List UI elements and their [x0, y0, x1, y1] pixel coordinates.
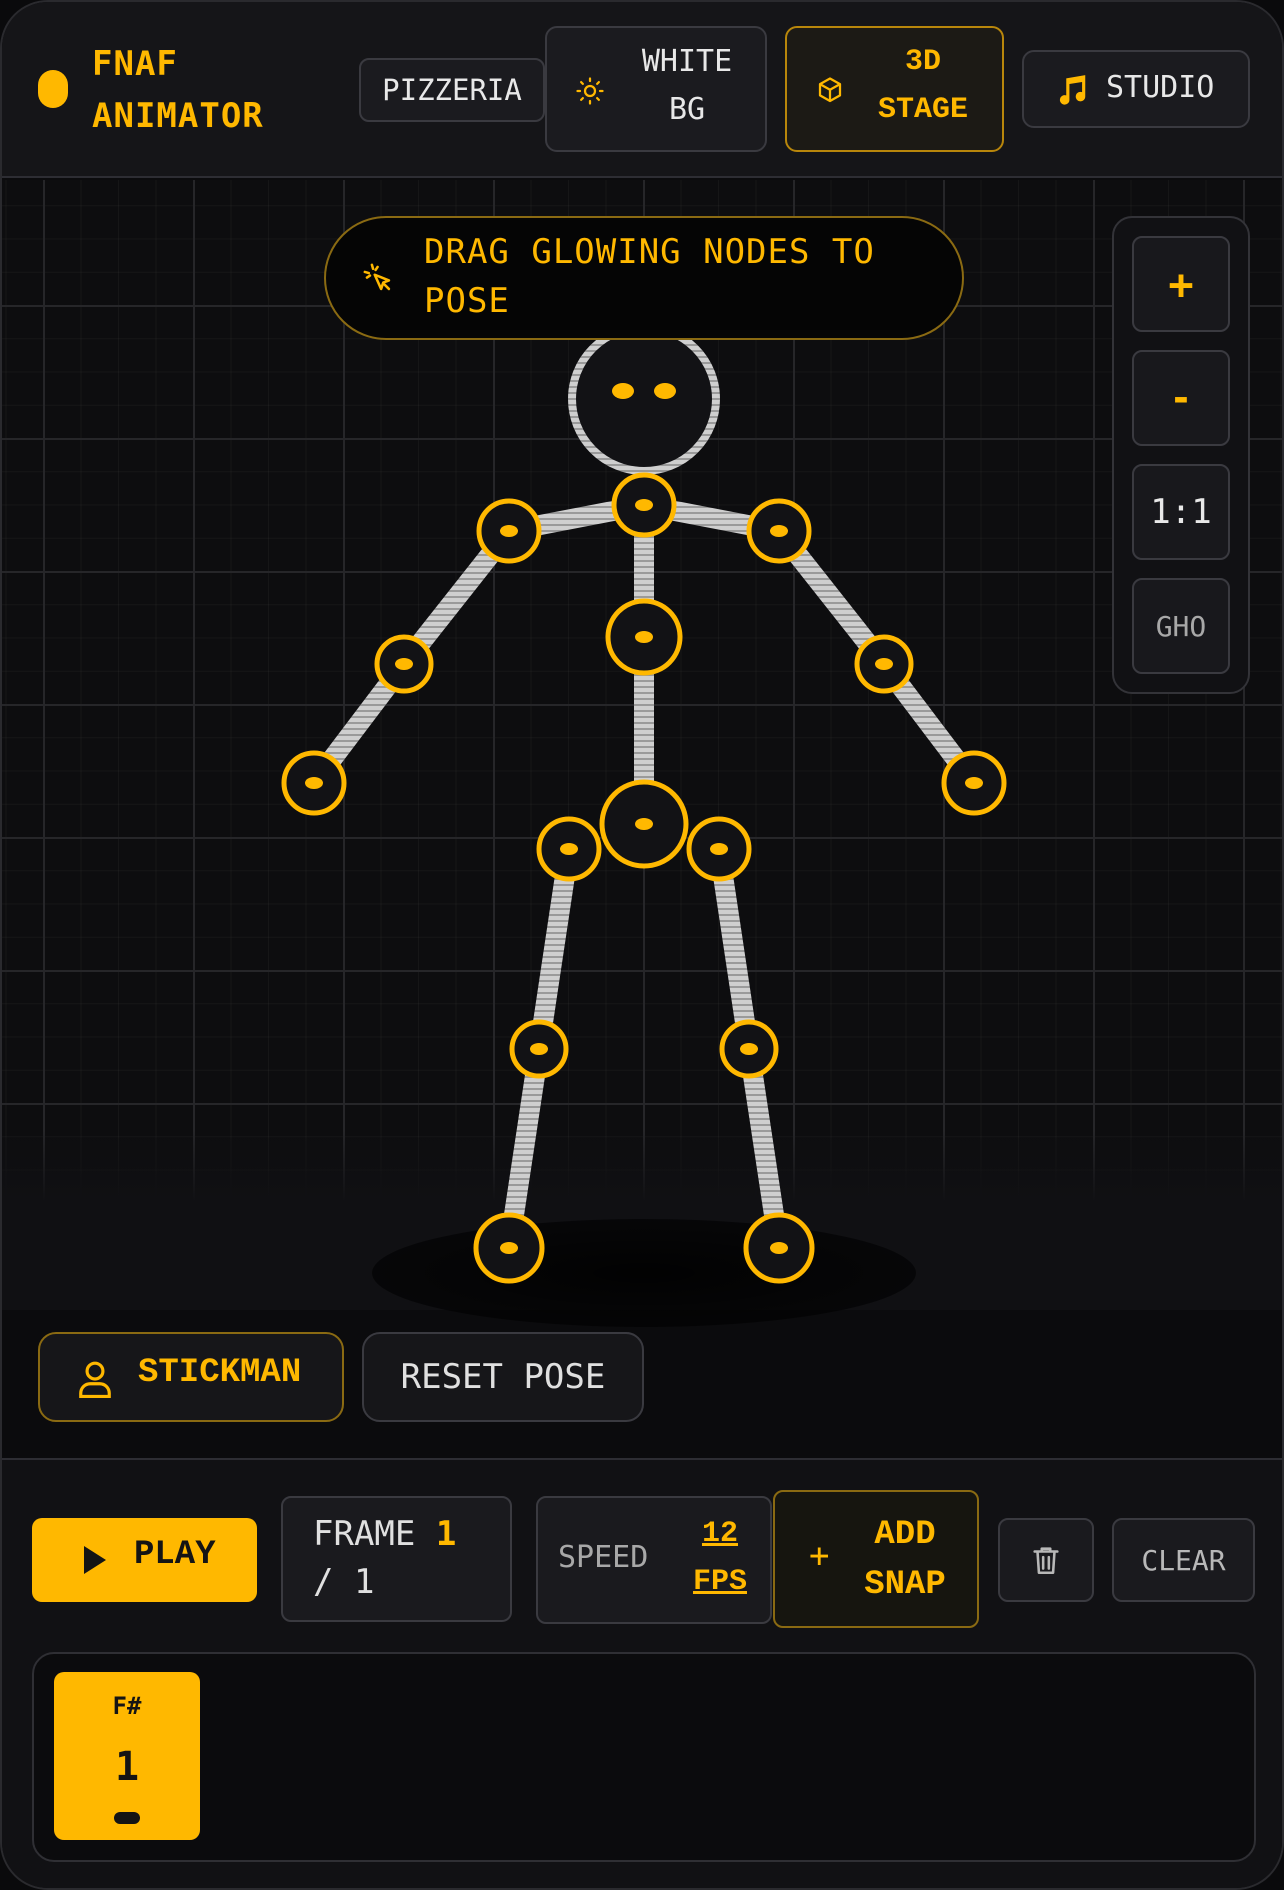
joint-node-right-knee[interactable]: [719, 1019, 779, 1079]
joint-node-right-shoulder[interactable]: [746, 498, 812, 564]
stickman-figure: [281, 323, 1007, 1327]
joint-node-right-elbow[interactable]: [854, 634, 914, 694]
zoom-out-label: -: [1169, 376, 1193, 420]
zoom-reset-label: 1:1: [1150, 492, 1212, 532]
joint-node-left-hip[interactable]: [536, 816, 602, 882]
frame-timeline: F# 1: [32, 1652, 1256, 1862]
play-icon: [84, 1546, 106, 1574]
joint-node-left-hand[interactable]: [281, 750, 347, 816]
head: [568, 323, 720, 475]
frame-thumbnail[interactable]: F# 1: [54, 1672, 200, 1840]
drag-hint-banner: DRAG GLOWING NODES TO POSE: [324, 216, 964, 340]
frame-indicator-bar: [114, 1812, 140, 1824]
speed-value: 12: [701, 1517, 738, 1551]
add-snap-label-line2: SNAP: [864, 1566, 946, 1604]
joint-node-left-elbow[interactable]: [374, 634, 434, 694]
joint-node-left-shoulder[interactable]: [476, 498, 542, 564]
play-button[interactable]: PLAY: [32, 1518, 257, 1602]
joint-node-chest[interactable]: [605, 598, 683, 676]
joint-node-right-hand[interactable]: [941, 750, 1007, 816]
frame-label: FRAME: [313, 1514, 416, 1554]
frame-number: 1: [114, 1744, 140, 1790]
joint-node-right-hip[interactable]: [686, 816, 752, 882]
ghost-toggle-label: GHO: [1155, 609, 1207, 643]
hint-text-line2: POSE: [424, 281, 510, 321]
joint-node-pelvis[interactable]: [599, 779, 689, 869]
character-stickman-button[interactable]: STICKMAN: [38, 1332, 344, 1422]
left-eye: [612, 383, 634, 399]
joint-node-neck[interactable]: [611, 472, 677, 538]
frame-counter: FRAME 1 / 1: [281, 1496, 512, 1622]
app-window: FNAF ANIMATOR PIZZERIA WHITE BG 3D STAGE…: [0, 0, 1284, 1890]
joint-node-left-knee[interactable]: [509, 1019, 569, 1079]
reset-pose-button[interactable]: RESET POSE: [362, 1332, 644, 1422]
trash-icon: [1033, 1547, 1059, 1575]
clear-button[interactable]: CLEAR: [1112, 1518, 1255, 1602]
right-eye: [654, 383, 676, 399]
zoom-in-button[interactable]: +: [1132, 236, 1230, 332]
character-stickman-label: STICKMAN: [138, 1354, 302, 1392]
cursor-click-icon: [363, 263, 391, 291]
clear-label: CLEAR: [1141, 1543, 1226, 1577]
ghost-toggle-button[interactable]: GHO: [1132, 578, 1230, 674]
reset-pose-label: RESET POSE: [400, 1357, 606, 1397]
plus-icon: +: [809, 1536, 830, 1576]
speed-unit: FPS: [692, 1565, 747, 1599]
floor-shadow: [372, 1219, 916, 1327]
zoom-out-button[interactable]: -: [1132, 350, 1230, 446]
zoom-in-label: +: [1168, 259, 1194, 309]
joint-node-right-foot[interactable]: [743, 1212, 815, 1284]
frame-current: 1: [435, 1514, 457, 1554]
add-snap-label-line1: ADD: [874, 1516, 936, 1554]
frame-tag: F#: [112, 1692, 142, 1720]
hint-text-line1: DRAG GLOWING NODES TO: [424, 232, 875, 272]
frame-total: / 1: [313, 1562, 375, 1602]
joint-node-left-foot[interactable]: [473, 1212, 545, 1284]
speed-control[interactable]: SPEED 12 FPS: [536, 1496, 772, 1624]
add-snap-button[interactable]: + ADD SNAP: [773, 1490, 979, 1628]
play-label: PLAY: [134, 1536, 216, 1574]
delete-frame-button[interactable]: [998, 1518, 1094, 1602]
zoom-reset-button[interactable]: 1:1: [1132, 464, 1230, 560]
speed-label: SPEED: [558, 1540, 649, 1575]
user-icon: [79, 1361, 111, 1398]
zoom-panel: + - 1:1 GHO: [1112, 216, 1250, 694]
